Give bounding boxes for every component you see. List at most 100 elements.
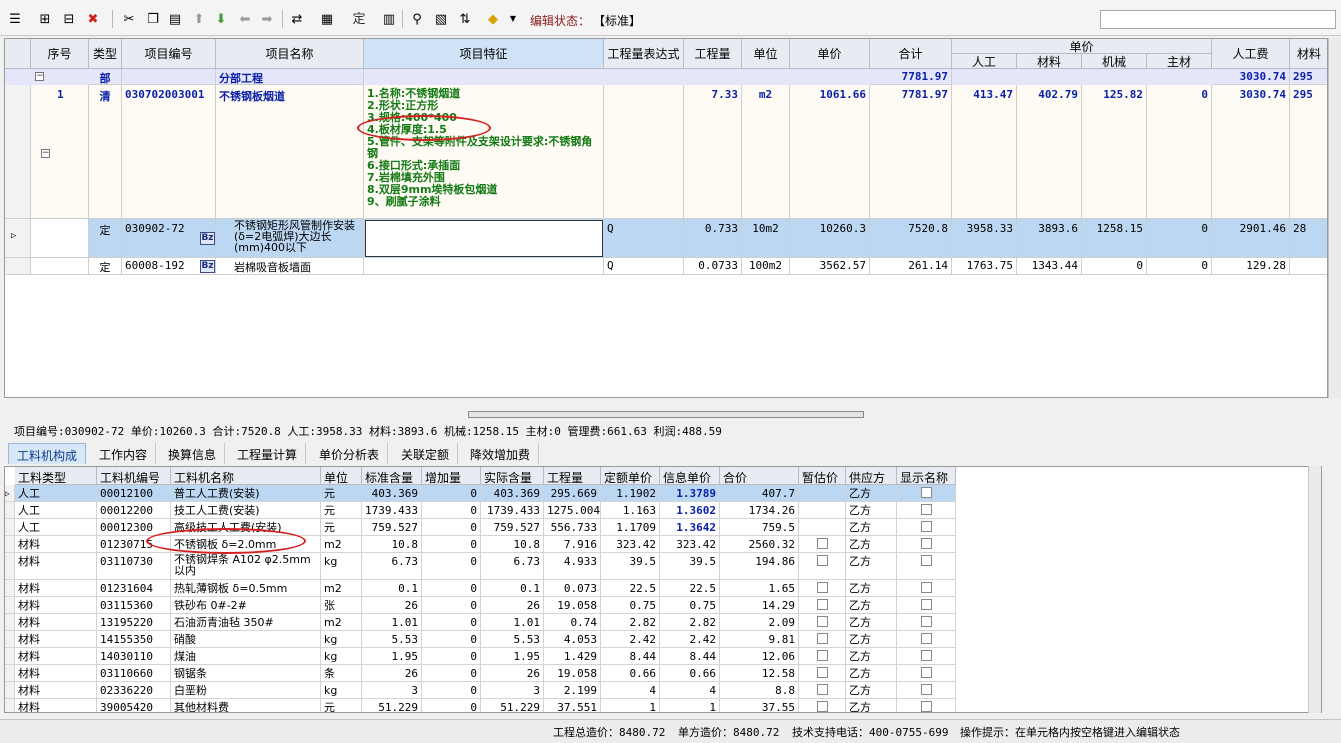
show-name-checkbox[interactable] xyxy=(921,538,932,549)
resource-cell[interactable] xyxy=(799,614,846,631)
resource-cell[interactable]: 0 xyxy=(422,580,481,597)
col-header[interactable]: 供应方 xyxy=(846,467,897,485)
move-down-icon[interactable]: ⬇ xyxy=(212,10,230,28)
tab-related-quota[interactable]: 关联定额 xyxy=(393,443,459,464)
quota-icon[interactable]: 定 xyxy=(350,10,368,28)
show-name-checkbox[interactable] xyxy=(921,555,932,566)
quota-unit[interactable]: 100m2 xyxy=(742,258,790,275)
resource-cell[interactable]: 0.66 xyxy=(660,665,720,682)
resource-cell[interactable]: 1.3602 xyxy=(660,502,720,519)
quota-feature-input[interactable] xyxy=(365,220,603,257)
resource-cell[interactable]: 323.42 xyxy=(660,536,720,553)
swap-icon[interactable]: ⇄ xyxy=(288,10,306,28)
col-header[interactable]: 信息单价 xyxy=(660,467,720,485)
cut-icon[interactable]: ✂ xyxy=(120,10,138,28)
tab-quantity-calc[interactable]: 工程量计算 xyxy=(229,443,307,464)
resource-cell[interactable]: 0 xyxy=(422,682,481,699)
header-expr[interactable]: 工程量表达式 xyxy=(604,39,684,69)
header-main-material[interactable]: 主材 xyxy=(1147,54,1212,69)
move-right-icon[interactable]: ➡ xyxy=(258,10,276,28)
move-up-icon[interactable]: ⬆ xyxy=(190,10,208,28)
resource-cell[interactable] xyxy=(897,536,956,553)
chevron-down-icon[interactable]: ▼ xyxy=(504,10,522,28)
header-code[interactable]: 项目编号 xyxy=(122,39,216,69)
panel-splitter[interactable] xyxy=(468,411,864,418)
show-name-checkbox[interactable] xyxy=(921,684,932,695)
resource-cell[interactable]: 1.3789 xyxy=(660,485,720,502)
resource-row[interactable]: ▷ 人工 00012100 普工人工费(安装) 元 403.369 0 403.369 295.… xyxy=(5,485,956,502)
estimate-checkbox[interactable] xyxy=(817,701,828,712)
resource-cell[interactable] xyxy=(799,580,846,597)
resource-row[interactable]: 人工 00012200 技工人工费(安装) 元 1739.433 0 1739.433 127… xyxy=(5,502,956,519)
quota-name[interactable]: 岩棉吸音板墙面 xyxy=(216,258,364,275)
find-icon[interactable]: ⚲ xyxy=(408,10,426,28)
resource-row[interactable]: 材料 14030110 煤油 kg 1.95 0 1.95 1.429 8.44 8.44 12.0… xyxy=(5,648,956,665)
show-name-checkbox[interactable] xyxy=(921,701,932,712)
list-clear-icon[interactable]: ▦ xyxy=(318,10,336,28)
resource-row[interactable]: 材料 03110660 钢锯条条 26 0 26 19.058 0.66 0.66 12.58 乙方 xyxy=(5,665,956,682)
resource-cell[interactable]: 0 xyxy=(422,597,481,614)
header-material[interactable]: 材料 xyxy=(1017,54,1082,69)
copy-icon[interactable]: ❐ xyxy=(144,10,162,28)
resource-cell[interactable]: 0 xyxy=(422,519,481,536)
item-features[interactable]: 1.名称:不锈钢烟道 2.形状:正方形 3.规格:400*400 4.板材厚度:… xyxy=(364,85,604,219)
col-header[interactable]: 合价 xyxy=(720,467,799,485)
resource-cell[interactable] xyxy=(799,699,846,712)
resource-cell[interactable]: 0 xyxy=(422,614,481,631)
resource-row[interactable]: 材料 01231604 热轧薄钢板 δ=0.5mm m2 0.1 0 0.1 0.073 22.… xyxy=(5,580,956,597)
resource-cell[interactable]: 39.5 xyxy=(660,553,720,580)
resource-cell[interactable] xyxy=(799,682,846,699)
item-unit[interactable]: m2 xyxy=(742,85,790,219)
quota-expr[interactable]: Q xyxy=(604,219,684,258)
header-name[interactable]: 项目名称 xyxy=(216,39,364,69)
header-type[interactable]: 类型 xyxy=(89,39,122,69)
resource-row[interactable]: 材料 03115360 铁砂布 0#-2# 张 26 0 26 19.058 0.75 0.75 1… xyxy=(5,597,956,614)
col-header[interactable]: 工料机编号 xyxy=(97,467,171,485)
header-labor[interactable]: 人工 xyxy=(952,54,1017,69)
resource-cell[interactable]: 8.44 xyxy=(660,648,720,665)
resource-cell[interactable]: 0 xyxy=(422,536,481,553)
show-name-checkbox[interactable] xyxy=(921,650,932,661)
resource-cell[interactable] xyxy=(897,631,956,648)
estimate-checkbox[interactable] xyxy=(817,582,828,593)
resource-row[interactable]: 材料 02336220 白垩粉 kg 3 0 3 2.199 4 4 8.8 乙方 xyxy=(5,682,956,699)
section-row[interactable]: − 部 分部工程 7781.97 3030.74 295 xyxy=(5,69,1327,85)
header-price[interactable]: 单价 xyxy=(790,39,870,69)
col-header[interactable]: 实际含量 xyxy=(481,467,544,485)
estimate-checkbox[interactable] xyxy=(817,616,828,627)
show-name-checkbox[interactable] xyxy=(921,633,932,644)
col-header[interactable]: 暂估价 xyxy=(799,467,846,485)
quota-row[interactable]: ▷ 定 030902-72 不锈钢矩形风管制作安装(δ=2电弧焊)大边长(mm)… xyxy=(5,219,1327,258)
grid-scrollbar[interactable] xyxy=(1328,38,1341,398)
resource-cell[interactable]: 0 xyxy=(422,665,481,682)
show-name-checkbox[interactable] xyxy=(921,504,932,515)
resource-cell[interactable] xyxy=(799,553,846,580)
header-labor-fee[interactable]: 人工费 xyxy=(1212,39,1290,69)
table-icon[interactable]: ▧ xyxy=(432,10,450,28)
tab-price-analysis[interactable]: 单价分析表 xyxy=(311,443,389,464)
resource-cell[interactable]: 1.3642 xyxy=(660,519,720,536)
collapse-icon[interactable]: − xyxy=(35,72,44,81)
resource-cell[interactable]: 0 xyxy=(422,699,481,712)
tab-conversion[interactable]: 换算信息 xyxy=(160,443,226,464)
resource-cell[interactable] xyxy=(799,631,846,648)
show-name-checkbox[interactable] xyxy=(921,521,932,532)
tab-efficiency-fee[interactable]: 降效增加费 xyxy=(462,443,540,464)
item-code[interactable]: 030702003001 xyxy=(122,85,216,219)
header-total[interactable]: 合计 xyxy=(870,39,952,69)
header-feature[interactable]: 项目特征 xyxy=(364,39,604,69)
resource-cell[interactable] xyxy=(799,502,846,519)
resource-cell[interactable]: 0 xyxy=(422,631,481,648)
header-seq[interactable]: 序号 xyxy=(31,39,89,69)
header-qty[interactable]: 工程量 xyxy=(684,39,742,69)
resource-cell[interactable] xyxy=(799,597,846,614)
list-icon[interactable]: ☰ xyxy=(6,10,24,28)
resource-cell[interactable]: 0.75 xyxy=(660,597,720,614)
sort-icon[interactable]: ⇅ xyxy=(456,10,474,28)
show-name-checkbox[interactable] xyxy=(921,667,932,678)
indent-icon[interactable]: ⊟ xyxy=(60,10,78,28)
resource-cell[interactable] xyxy=(897,699,956,712)
resource-cell[interactable]: 0 xyxy=(422,648,481,665)
quota-expr[interactable]: Q xyxy=(604,258,684,275)
insert-row-icon[interactable]: ⊞ xyxy=(36,10,54,28)
